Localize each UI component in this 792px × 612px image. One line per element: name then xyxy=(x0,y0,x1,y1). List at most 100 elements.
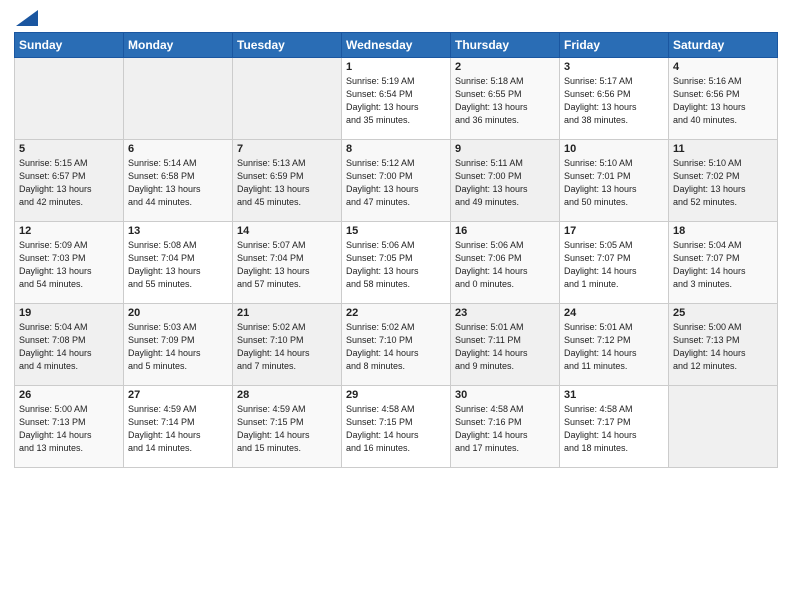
day-number: 20 xyxy=(128,307,228,319)
day-number: 1 xyxy=(346,61,446,73)
week-row-1: 1 Sunrise: 5:19 AM Sunset: 6:54 PM Daylig… xyxy=(15,58,778,140)
day-info: Sunrise: 5:01 AM Sunset: 7:12 PM Dayligh… xyxy=(564,321,664,373)
logo-icon xyxy=(16,10,38,26)
day-info: Sunrise: 4:59 AM Sunset: 7:15 PM Dayligh… xyxy=(237,403,337,455)
week-row-2: 5 Sunrise: 5:15 AM Sunset: 6:57 PM Daylig… xyxy=(15,140,778,222)
logo xyxy=(14,10,38,24)
day-number: 13 xyxy=(128,225,228,237)
calendar-cell: 16 Sunrise: 5:06 AM Sunset: 7:06 PM Dayli… xyxy=(451,222,560,304)
day-info: Sunrise: 4:58 AM Sunset: 7:16 PM Dayligh… xyxy=(455,403,555,455)
calendar-cell: 28Sunrise: 4:59 AM Sunset: 7:15 PM Dayli… xyxy=(233,386,342,468)
calendar-cell: 7 Sunrise: 5:13 AM Sunset: 6:59 PM Daylig… xyxy=(233,140,342,222)
day-info: Sunrise: 5:15 AM Sunset: 6:57 PM Dayligh… xyxy=(19,157,119,209)
day-info: Sunrise: 4:58 AM Sunset: 7:17 PM Dayligh… xyxy=(564,403,664,455)
day-number: 22 xyxy=(346,307,446,319)
day-number: 31 xyxy=(564,389,664,401)
day-number: 18 xyxy=(673,225,773,237)
calendar-cell xyxy=(669,386,778,468)
day-info: Sunrise: 5:11 AM Sunset: 7:00 PM Dayligh… xyxy=(455,157,555,209)
calendar-cell: 12Sunrise: 5:09 AM Sunset: 7:03 PM Dayli… xyxy=(15,222,124,304)
day-number: 27 xyxy=(128,389,228,401)
day-info: Sunrise: 5:14 AM Sunset: 6:58 PM Dayligh… xyxy=(128,157,228,209)
day-info: Sunrise: 5:01 AM Sunset: 7:11 PM Dayligh… xyxy=(455,321,555,373)
day-number: 8 xyxy=(346,143,446,155)
day-number: 24 xyxy=(564,307,664,319)
col-header-monday: Monday xyxy=(124,33,233,58)
calendar-cell xyxy=(15,58,124,140)
day-number: 12 xyxy=(19,225,119,237)
week-row-3: 12Sunrise: 5:09 AM Sunset: 7:03 PM Dayli… xyxy=(15,222,778,304)
day-info: Sunrise: 5:05 AM Sunset: 7:07 PM Dayligh… xyxy=(564,239,664,291)
day-info: Sunrise: 5:12 AM Sunset: 7:00 PM Dayligh… xyxy=(346,157,446,209)
page-container: SundayMondayTuesdayWednesdayThursdayFrid… xyxy=(0,0,792,478)
day-number: 7 xyxy=(237,143,337,155)
day-info: Sunrise: 5:00 AM Sunset: 7:13 PM Dayligh… xyxy=(673,321,773,373)
calendar-cell: 20 Sunrise: 5:03 AM Sunset: 7:09 PM Dayli… xyxy=(124,304,233,386)
calendar-cell: 5 Sunrise: 5:15 AM Sunset: 6:57 PM Daylig… xyxy=(15,140,124,222)
day-number: 5 xyxy=(19,143,119,155)
calendar-cell: 24 Sunrise: 5:01 AM Sunset: 7:12 PM Dayli… xyxy=(560,304,669,386)
day-info: Sunrise: 5:06 AM Sunset: 7:05 PM Dayligh… xyxy=(346,239,446,291)
day-number: 9 xyxy=(455,143,555,155)
calendar-table: SundayMondayTuesdayWednesdayThursdayFrid… xyxy=(14,32,778,468)
day-number: 26 xyxy=(19,389,119,401)
calendar-cell: 17 Sunrise: 5:05 AM Sunset: 7:07 PM Dayli… xyxy=(560,222,669,304)
day-number: 2 xyxy=(455,61,555,73)
day-info: Sunrise: 5:02 AM Sunset: 7:10 PM Dayligh… xyxy=(237,321,337,373)
calendar-cell: 15 Sunrise: 5:06 AM Sunset: 7:05 PM Dayli… xyxy=(342,222,451,304)
day-info: Sunrise: 5:00 AM Sunset: 7:13 PM Dayligh… xyxy=(19,403,119,455)
day-number: 16 xyxy=(455,225,555,237)
week-row-5: 26 Sunrise: 5:00 AM Sunset: 7:13 PM Dayli… xyxy=(15,386,778,468)
day-number: 11 xyxy=(673,143,773,155)
week-row-4: 19 Sunrise: 5:04 AM Sunset: 7:08 PM Dayli… xyxy=(15,304,778,386)
day-number: 4 xyxy=(673,61,773,73)
day-info: Sunrise: 5:04 AM Sunset: 7:07 PM Dayligh… xyxy=(673,239,773,291)
day-info: Sunrise: 5:18 AM Sunset: 6:55 PM Dayligh… xyxy=(455,75,555,127)
day-info: Sunrise: 5:19 AM Sunset: 6:54 PM Dayligh… xyxy=(346,75,446,127)
col-header-tuesday: Tuesday xyxy=(233,33,342,58)
day-number: 25 xyxy=(673,307,773,319)
day-number: 3 xyxy=(564,61,664,73)
day-number: 29 xyxy=(346,389,446,401)
calendar-cell: 9 Sunrise: 5:11 AM Sunset: 7:00 PM Daylig… xyxy=(451,140,560,222)
calendar-cell: 19 Sunrise: 5:04 AM Sunset: 7:08 PM Dayli… xyxy=(15,304,124,386)
day-info: Sunrise: 5:17 AM Sunset: 6:56 PM Dayligh… xyxy=(564,75,664,127)
calendar-cell: 21 Sunrise: 5:02 AM Sunset: 7:10 PM Dayli… xyxy=(233,304,342,386)
day-number: 14 xyxy=(237,225,337,237)
day-info: Sunrise: 5:06 AM Sunset: 7:06 PM Dayligh… xyxy=(455,239,555,291)
day-info: Sunrise: 5:07 AM Sunset: 7:04 PM Dayligh… xyxy=(237,239,337,291)
calendar-cell: 2 Sunrise: 5:18 AM Sunset: 6:55 PM Daylig… xyxy=(451,58,560,140)
day-number: 23 xyxy=(455,307,555,319)
day-info: Sunrise: 5:16 AM Sunset: 6:56 PM Dayligh… xyxy=(673,75,773,127)
day-number: 17 xyxy=(564,225,664,237)
calendar-cell: 6 Sunrise: 5:14 AM Sunset: 6:58 PM Daylig… xyxy=(124,140,233,222)
day-info: Sunrise: 5:10 AM Sunset: 7:02 PM Dayligh… xyxy=(673,157,773,209)
calendar-header-row: SundayMondayTuesdayWednesdayThursdayFrid… xyxy=(15,33,778,58)
calendar-cell: 30 Sunrise: 4:58 AM Sunset: 7:16 PM Dayli… xyxy=(451,386,560,468)
day-info: Sunrise: 5:13 AM Sunset: 6:59 PM Dayligh… xyxy=(237,157,337,209)
col-header-saturday: Saturday xyxy=(669,33,778,58)
calendar-cell: 11 Sunrise: 5:10 AM Sunset: 7:02 PM Dayli… xyxy=(669,140,778,222)
col-header-wednesday: Wednesday xyxy=(342,33,451,58)
day-info: Sunrise: 5:02 AM Sunset: 7:10 PM Dayligh… xyxy=(346,321,446,373)
day-number: 21 xyxy=(237,307,337,319)
calendar-cell: 31 Sunrise: 4:58 AM Sunset: 7:17 PM Dayli… xyxy=(560,386,669,468)
calendar-cell xyxy=(233,58,342,140)
day-info: Sunrise: 5:04 AM Sunset: 7:08 PM Dayligh… xyxy=(19,321,119,373)
day-info: Sunrise: 4:58 AM Sunset: 7:15 PM Dayligh… xyxy=(346,403,446,455)
col-header-friday: Friday xyxy=(560,33,669,58)
day-info: Sunrise: 5:03 AM Sunset: 7:09 PM Dayligh… xyxy=(128,321,228,373)
day-number: 15 xyxy=(346,225,446,237)
calendar-cell: 23 Sunrise: 5:01 AM Sunset: 7:11 PM Dayli… xyxy=(451,304,560,386)
col-header-sunday: Sunday xyxy=(15,33,124,58)
day-info: Sunrise: 4:59 AM Sunset: 7:14 PM Dayligh… xyxy=(128,403,228,455)
day-number: 19 xyxy=(19,307,119,319)
calendar-cell: 14 Sunrise: 5:07 AM Sunset: 7:04 PM Dayli… xyxy=(233,222,342,304)
calendar-cell: 25 Sunrise: 5:00 AM Sunset: 7:13 PM Dayli… xyxy=(669,304,778,386)
calendar-cell: 13Sunrise: 5:08 AM Sunset: 7:04 PM Dayli… xyxy=(124,222,233,304)
day-number: 6 xyxy=(128,143,228,155)
day-number: 10 xyxy=(564,143,664,155)
calendar-cell: 3 Sunrise: 5:17 AM Sunset: 6:56 PM Daylig… xyxy=(560,58,669,140)
day-number: 30 xyxy=(455,389,555,401)
calendar-cell: 8 Sunrise: 5:12 AM Sunset: 7:00 PM Daylig… xyxy=(342,140,451,222)
